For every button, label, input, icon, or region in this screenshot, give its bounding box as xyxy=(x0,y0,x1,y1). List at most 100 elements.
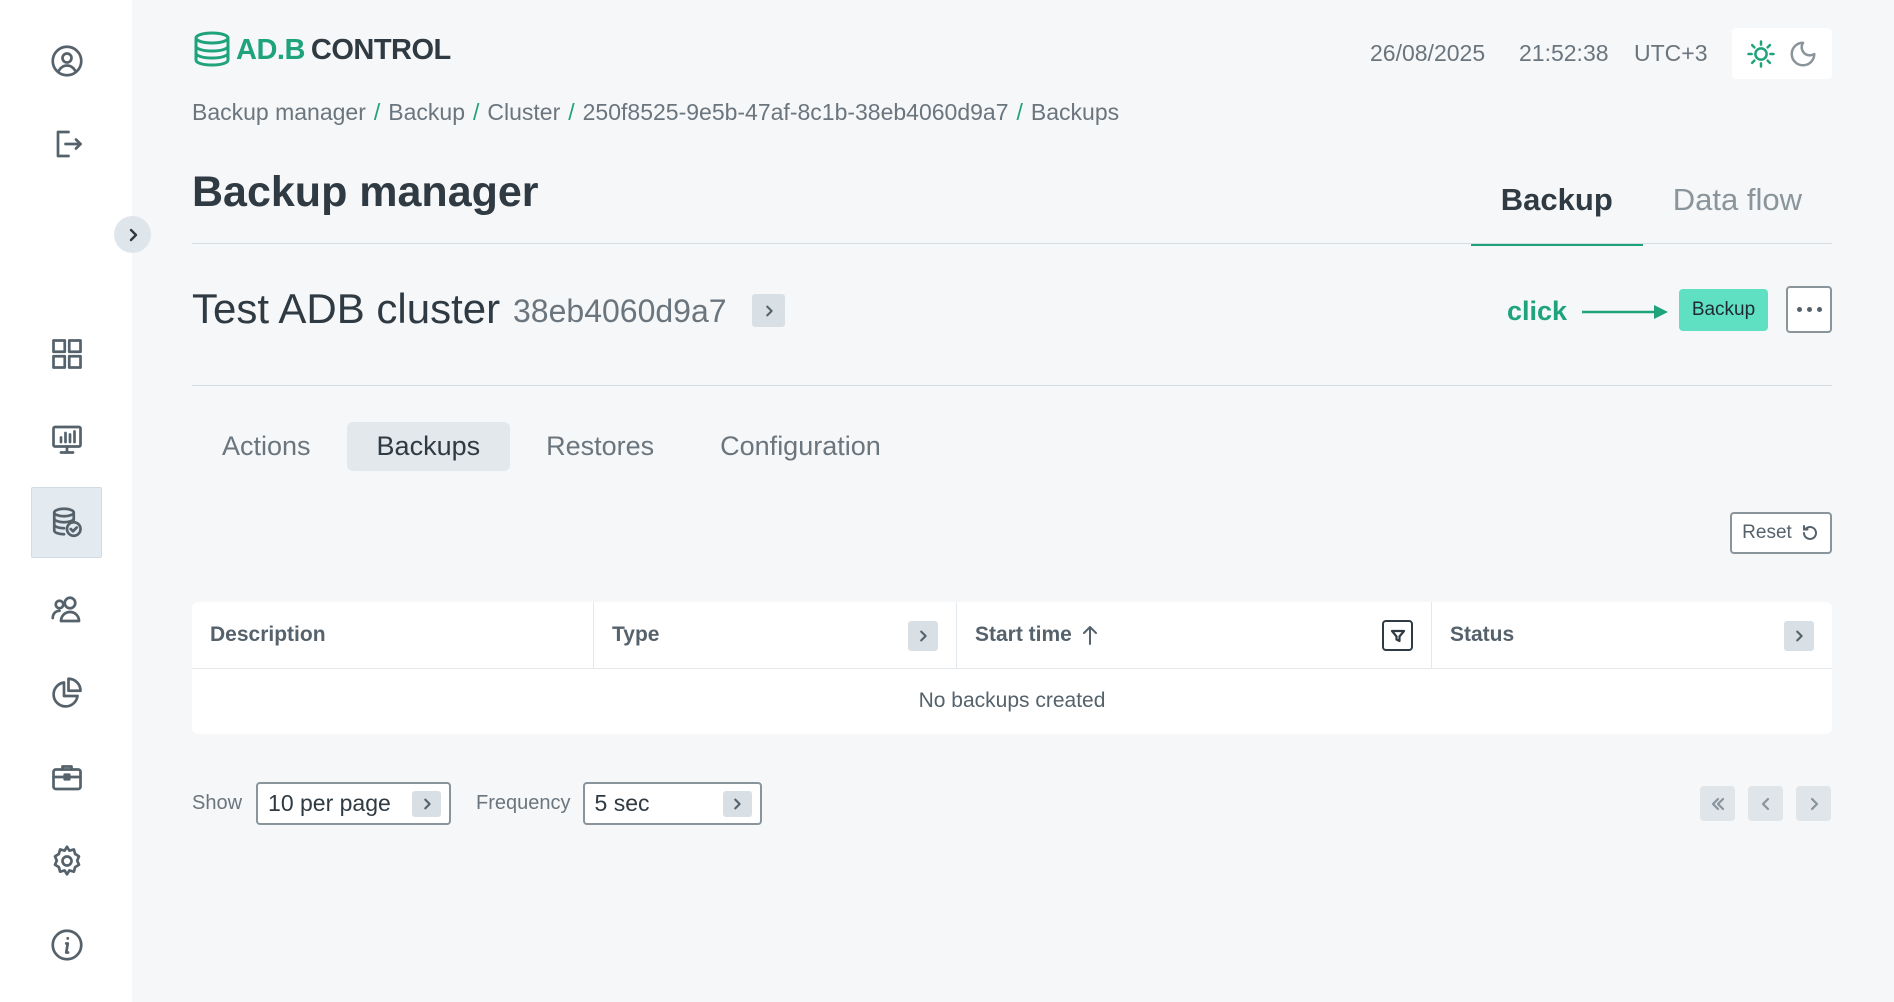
table-empty-message: No backups created xyxy=(918,689,1106,712)
sidebar-item-settings[interactable] xyxy=(31,825,102,896)
cluster-id: 38eb4060d9a7 xyxy=(513,293,727,329)
header-date: 26/08/2025 xyxy=(1370,40,1486,66)
sidebar-expand-button[interactable] xyxy=(114,216,151,253)
sidebar-item-monitoring[interactable] xyxy=(31,403,102,474)
start-time-filter-button[interactable] xyxy=(1382,620,1413,651)
user-circle-icon xyxy=(50,44,83,77)
pie-chart-icon xyxy=(51,676,82,708)
frequency-select[interactable]: 5 sec xyxy=(582,782,762,825)
header-time: 21:52:38 xyxy=(1519,40,1609,66)
first-page-button[interactable] xyxy=(1700,786,1735,821)
database-check-icon xyxy=(52,506,82,537)
chevron-right-icon xyxy=(920,630,927,642)
chevron-right-icon xyxy=(129,228,137,241)
tab-configuration[interactable]: Configuration xyxy=(690,422,911,471)
breadcrumb-separator: / xyxy=(568,99,575,125)
sidebar-item-info[interactable] xyxy=(31,909,102,980)
breadcrumb-separator: / xyxy=(473,99,480,125)
app-logo[interactable]: AD.B CONTROL xyxy=(192,30,451,70)
theme-switcher xyxy=(1732,28,1832,79)
briefcase-icon xyxy=(51,764,82,790)
breadcrumb-separator: / xyxy=(373,99,381,125)
breadcrumb-item-backup-manager[interactable]: Backup manager xyxy=(192,99,366,126)
status-column-expand-button[interactable] xyxy=(1784,621,1814,651)
breadcrumb-item-cluster[interactable]: Cluster xyxy=(487,99,560,126)
logout-icon xyxy=(56,130,82,157)
filter-icon xyxy=(1390,629,1405,642)
column-label: Status xyxy=(1450,623,1515,646)
cluster-details-button[interactable] xyxy=(752,294,785,327)
logo-database-icon xyxy=(194,31,230,67)
sidebar-item-logout[interactable] xyxy=(31,108,102,179)
chevron-left-icon xyxy=(1761,797,1769,810)
type-column-expand-button[interactable] xyxy=(908,621,938,651)
double-chevron-left-icon xyxy=(1711,797,1724,810)
column-header-start-time[interactable]: Start time xyxy=(957,602,1432,668)
annotation-arrow-icon xyxy=(1582,305,1668,319)
frequency-value: 5 sec xyxy=(594,790,650,816)
prev-page-button[interactable] xyxy=(1748,786,1783,821)
pagination-controls: Show 10 per page Frequency 5 sec xyxy=(192,782,762,825)
breadcrumb-separator: / xyxy=(1016,99,1023,125)
logo-text-control: CONTROL xyxy=(310,33,451,66)
chevron-right-icon xyxy=(1810,797,1818,810)
sidebar xyxy=(0,0,151,1002)
users-icon xyxy=(50,595,80,622)
per-page-value: 10 per page xyxy=(268,790,391,816)
chevron-right-icon xyxy=(412,790,442,817)
divider xyxy=(192,243,1832,244)
column-label: Start time xyxy=(975,623,1072,646)
frequency-label: Frequency xyxy=(476,792,571,814)
sidebar-item-users[interactable] xyxy=(31,573,102,644)
tab-backup[interactable]: Backup xyxy=(1470,170,1643,246)
reset-label: Reset xyxy=(1742,522,1792,543)
more-dot xyxy=(1816,307,1822,312)
more-actions-button[interactable] xyxy=(1786,286,1832,333)
backups-table: Description Type Start time Status No ba… xyxy=(192,602,1832,734)
chevron-right-icon xyxy=(722,790,752,817)
sidebar-item-profile[interactable] xyxy=(31,25,102,96)
page-navigation xyxy=(1700,786,1831,821)
gear-icon xyxy=(53,844,80,876)
sun-icon[interactable] xyxy=(1746,39,1776,69)
column-header-status[interactable]: Status xyxy=(1432,602,1832,668)
backup-button[interactable]: Backup xyxy=(1679,289,1768,331)
click-annotation-label: click xyxy=(1507,296,1568,326)
breadcrumb-item-backups: Backups xyxy=(1030,99,1120,125)
more-dot xyxy=(1796,307,1802,312)
reset-button[interactable]: Reset xyxy=(1730,512,1832,554)
info-icon xyxy=(50,928,83,961)
divider xyxy=(192,385,1832,386)
logo-text-adb: AD.B xyxy=(236,33,305,66)
breadcrumb: Backup manager / Backup / Cluster / 250f… xyxy=(192,99,1119,126)
tab-restores[interactable]: Restores xyxy=(516,422,684,471)
tab-data-flow[interactable]: Data flow xyxy=(1643,170,1832,246)
dashboard-grid-icon xyxy=(51,338,82,369)
breadcrumb-item-backup[interactable]: Backup xyxy=(388,99,465,126)
per-page-select[interactable]: 10 per page xyxy=(256,782,452,825)
sidebar-item-dashboard[interactable] xyxy=(31,318,102,389)
tab-actions[interactable]: Actions xyxy=(192,422,341,471)
moon-icon[interactable] xyxy=(1788,39,1818,69)
refresh-icon xyxy=(1802,525,1817,540)
main-tabs: Backup Data flow xyxy=(1470,170,1832,246)
sidebar-item-reports[interactable] xyxy=(31,657,102,728)
table-header: Description Type Start time Status xyxy=(192,602,1832,669)
tab-backups[interactable]: Backups xyxy=(346,422,511,471)
chevron-right-icon xyxy=(765,305,773,316)
sidebar-item-backup[interactable] xyxy=(31,487,102,558)
column-label: Type xyxy=(612,623,660,646)
breadcrumb-item-cluster-uuid[interactable]: 250f8525-9e5b-47af-8c1b-38eb4060d9a7 xyxy=(583,99,1009,126)
column-label: Description xyxy=(210,623,326,646)
sidebar-item-tools[interactable] xyxy=(31,741,102,812)
column-header-description[interactable]: Description xyxy=(192,602,594,668)
sort-ascending-icon[interactable] xyxy=(1080,624,1100,646)
chevron-right-icon xyxy=(1796,630,1803,642)
column-header-type[interactable]: Type xyxy=(594,602,957,668)
monitoring-icon xyxy=(51,425,82,454)
more-dot xyxy=(1806,307,1812,312)
show-label: Show xyxy=(192,792,243,814)
header-timezone: UTC+3 xyxy=(1634,40,1708,66)
next-page-button[interactable] xyxy=(1796,786,1831,821)
cluster-name: Test ADB cluster xyxy=(192,285,501,332)
